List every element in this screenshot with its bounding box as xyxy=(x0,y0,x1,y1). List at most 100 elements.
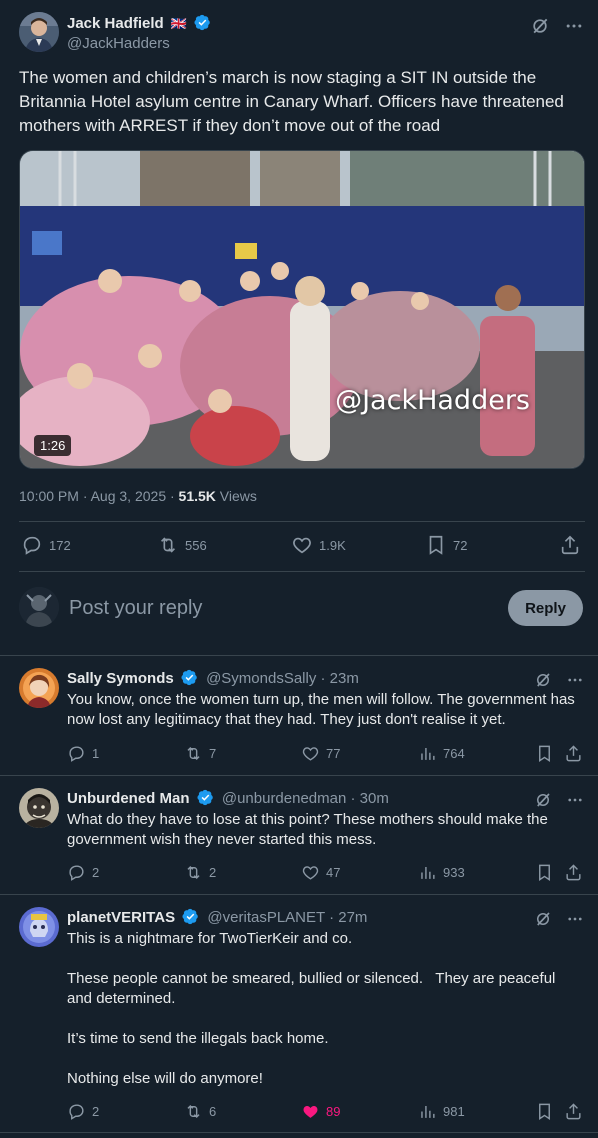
reply-icon xyxy=(67,1102,86,1121)
reply-header: Sally Symonds @SymondsSally · 23m xyxy=(67,669,359,687)
author-name[interactable]: Jack Hadfield xyxy=(67,15,164,32)
reply-action[interactable]: 2 xyxy=(67,1102,99,1121)
repost-icon xyxy=(184,1102,203,1121)
bookmark-icon xyxy=(425,534,447,556)
repost-count: 556 xyxy=(185,537,207,553)
views-action[interactable]: 981 xyxy=(418,1102,465,1121)
bookmark-action[interactable] xyxy=(535,863,554,882)
reply-action[interactable]: 2 xyxy=(67,863,99,882)
reply-count: 2 xyxy=(92,865,100,880)
reply-action[interactable]: 172 xyxy=(21,534,71,556)
views-action[interactable]: 764 xyxy=(418,744,465,763)
own-avatar[interactable] xyxy=(19,587,59,627)
reply-input[interactable]: Post your reply xyxy=(69,597,202,620)
reply-text: You know, once the women turn up, the me… xyxy=(67,690,577,730)
like-count: 47 xyxy=(326,865,341,880)
reply-author-handle[interactable]: @SymondsSally · 23m xyxy=(206,670,359,687)
bookmark-icon xyxy=(535,863,554,882)
share-action[interactable] xyxy=(559,534,581,556)
reply-avatar[interactable] xyxy=(19,788,59,828)
repost-action[interactable]: 2 xyxy=(184,863,216,882)
reply-stats: 1 7 77 764 xyxy=(67,744,583,764)
reply-stats: 2 6 89 981 xyxy=(67,1102,583,1122)
repost-action[interactable]: 556 xyxy=(157,534,207,556)
reply-paragraph: Nothing else will do anymore! xyxy=(67,1070,263,1087)
reply-text: This is a nightmare for TwoTierKeir and … xyxy=(67,929,577,1089)
share-action[interactable] xyxy=(564,744,583,763)
more-icon[interactable] xyxy=(566,791,584,809)
divider xyxy=(0,655,598,656)
like-action[interactable]: 47 xyxy=(301,863,340,882)
author-name-row[interactable]: Jack Hadfield 🇬🇧 xyxy=(67,14,211,32)
author-avatar[interactable] xyxy=(19,12,59,52)
share-icon xyxy=(559,534,581,556)
repost-icon xyxy=(184,744,203,763)
share-action[interactable] xyxy=(564,1102,583,1121)
bookmark-icon xyxy=(535,1102,554,1121)
views-icon xyxy=(418,744,437,763)
grok-icon[interactable] xyxy=(530,16,550,36)
tweet-text: The women and children’s march is now st… xyxy=(19,68,564,135)
reply-count: 1 xyxy=(92,746,100,761)
bookmark-action[interactable]: 72 xyxy=(425,534,467,556)
author-handle[interactable]: @JackHadders xyxy=(67,35,170,52)
divider xyxy=(0,775,598,776)
verified-badge-icon[interactable] xyxy=(181,669,198,686)
reply-avatar[interactable] xyxy=(19,668,59,708)
divider xyxy=(0,894,598,895)
verified-badge-icon[interactable] xyxy=(194,14,211,31)
reply-stats: 2 2 47 933 xyxy=(67,863,583,883)
tweet-video[interactable]: @JackHadders 1:26 xyxy=(19,150,585,469)
reply-count: 2 xyxy=(92,1104,100,1119)
reply-author-handle[interactable]: @unburdenedman · 30m xyxy=(222,790,389,807)
reply-author-name[interactable]: Sally Symonds xyxy=(67,670,174,687)
tweet-timestamp[interactable]: 10:00 PM · Aug 3, 2025 · xyxy=(19,488,179,504)
share-icon xyxy=(564,744,583,763)
more-icon[interactable] xyxy=(564,16,584,36)
repost-action[interactable]: 7 xyxy=(184,744,216,763)
reply-paragraph: It’s time to send the illegals back home… xyxy=(67,1030,329,1047)
views-count: 981 xyxy=(443,1104,465,1119)
views-icon xyxy=(418,863,437,882)
more-icon[interactable] xyxy=(566,910,584,928)
more-icon[interactable] xyxy=(566,671,584,689)
divider xyxy=(0,1132,598,1133)
like-action[interactable]: 1.9K xyxy=(291,534,346,556)
tweet-header: Jack Hadfield 🇬🇧 @JackHadders xyxy=(19,12,584,56)
reply-action[interactable]: 1 xyxy=(67,744,99,763)
heart-icon xyxy=(301,1102,320,1121)
views-action[interactable]: 933 xyxy=(418,863,465,882)
reply-header: Unburdened Man @unburdenedman · 30m xyxy=(67,789,389,807)
reply-icon xyxy=(21,534,43,556)
like-count: 1.9K xyxy=(319,537,346,553)
video-watermark: @JackHadders xyxy=(335,385,530,416)
views-count: 51.5K xyxy=(178,488,216,504)
views-count: 764 xyxy=(443,746,465,761)
verified-badge-icon[interactable] xyxy=(197,789,214,806)
grok-icon[interactable] xyxy=(534,671,552,689)
reply-avatar[interactable] xyxy=(19,907,59,947)
like-action[interactable]: 89 xyxy=(301,1102,340,1121)
repost-action[interactable]: 6 xyxy=(184,1102,216,1121)
like-action[interactable]: 77 xyxy=(301,744,340,763)
tweet-meta: 10:00 PM · Aug 3, 2025 · 51.5K Views xyxy=(19,488,257,504)
share-action[interactable] xyxy=(564,863,583,882)
verified-badge-icon[interactable] xyxy=(182,908,199,925)
reply-author-name[interactable]: Unburdened Man xyxy=(67,790,190,807)
repost-count: 6 xyxy=(209,1104,217,1119)
views-count: 933 xyxy=(443,865,465,880)
views-icon xyxy=(418,1102,437,1121)
grok-icon[interactable] xyxy=(534,910,552,928)
like-count: 77 xyxy=(326,746,341,761)
reply-header: planetVERITAS @veritasPLANET · 27m xyxy=(67,908,367,926)
reply-author-name[interactable]: planetVERITAS xyxy=(67,909,175,926)
heart-icon xyxy=(291,534,313,556)
reply-button[interactable]: Reply xyxy=(508,590,583,626)
bookmark-action[interactable] xyxy=(535,744,554,763)
grok-icon[interactable] xyxy=(534,791,552,809)
bookmark-action[interactable] xyxy=(535,1102,554,1121)
views-label: Views xyxy=(215,488,257,504)
reply-author-handle[interactable]: @veritasPLANET · 27m xyxy=(207,909,367,926)
repost-count: 7 xyxy=(209,746,217,761)
heart-icon xyxy=(301,863,320,882)
